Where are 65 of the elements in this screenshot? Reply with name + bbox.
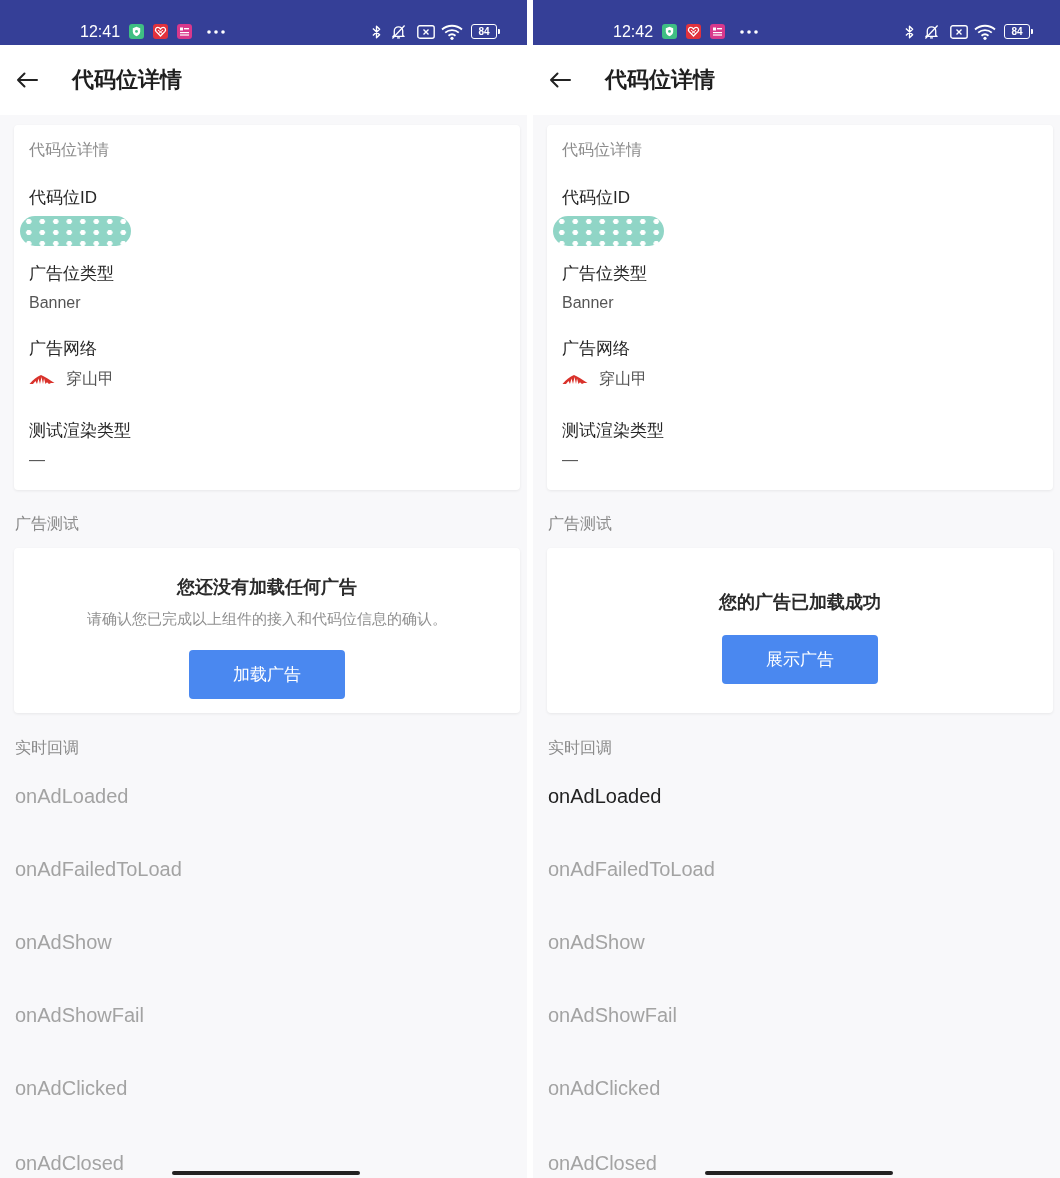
page-title: 代码位详情: [605, 66, 715, 94]
ad-action-button[interactable]: 加载广告: [189, 650, 345, 699]
field-label: 代码位ID: [29, 187, 98, 209]
callback-label: onAdLoaded: [15, 783, 129, 809]
muted-bell-icon: [391, 23, 406, 40]
bluetooth-icon: [372, 23, 381, 40]
field-value: 穿山甲: [66, 369, 114, 389]
section-title: 广告测试: [548, 514, 613, 534]
field-label: 广告位类型: [29, 263, 115, 285]
fan-logo-icon: [562, 373, 588, 385]
callback-label: onAdFailedToLoad: [15, 856, 182, 882]
wifi-icon: [441, 23, 463, 40]
wifi-icon: [974, 23, 996, 40]
callback-label: onAdShow: [548, 929, 645, 955]
back-button[interactable]: [547, 70, 573, 90]
ad-hint-text: 请确认您已完成以上组件的接入和代码位信息的确认。: [87, 609, 447, 629]
heart-app-icon: [153, 24, 169, 39]
field-label: 广告网络: [29, 338, 98, 360]
ad-action-button[interactable]: 展示广告: [722, 635, 878, 684]
section-title: 广告测试: [15, 514, 80, 534]
field-label: 广告位类型: [562, 263, 648, 285]
field-value: Banner: [29, 293, 82, 313]
section-title: 实时回调: [15, 738, 80, 758]
back-arrow-icon: [16, 72, 38, 88]
shield-app-icon: [662, 24, 678, 39]
status-time: 12:41: [80, 21, 121, 42]
back-arrow-icon: [549, 72, 571, 88]
field-label: 测试渲染类型: [29, 420, 132, 442]
callback-label: onAdClicked: [548, 1075, 661, 1101]
grid-app-icon: [710, 24, 726, 39]
field-label: 代码位ID: [562, 187, 631, 209]
field-value: —: [29, 450, 46, 470]
back-button[interactable]: [14, 70, 40, 90]
field-value: 穿山甲: [599, 369, 647, 389]
shield-app-icon: [129, 24, 145, 39]
more-dots-icon: [207, 29, 226, 34]
status-time: 12:42: [613, 21, 654, 42]
section-title: 实时回调: [548, 738, 613, 758]
no-sim-icon: [950, 24, 968, 39]
callback-label: onAdShowFail: [548, 1002, 677, 1028]
callback-label: onAdLoaded: [548, 783, 662, 809]
callback-label: onAdClosed: [15, 1151, 124, 1176]
battery-indicator: 84: [1004, 24, 1033, 39]
page-title: 代码位详情: [72, 66, 182, 94]
ad-status-message: 您还没有加载任何广告: [177, 576, 357, 599]
field-value: —: [562, 450, 579, 470]
battery-indicator: 84: [471, 24, 500, 39]
callback-label: onAdShowFail: [15, 1002, 144, 1028]
bluetooth-icon: [905, 23, 914, 40]
grid-app-icon: [177, 24, 193, 39]
no-sim-icon: [417, 24, 435, 39]
callback-label: onAdClosed: [548, 1151, 657, 1176]
card-heading: 代码位详情: [562, 140, 643, 160]
fan-logo-icon: [29, 373, 55, 385]
callback-label: onAdClicked: [15, 1075, 128, 1101]
field-value: Banner: [562, 293, 615, 313]
more-dots-icon: [740, 29, 759, 34]
card-heading: 代码位详情: [29, 140, 110, 160]
callback-label: onAdFailedToLoad: [548, 856, 715, 882]
field-label: 广告网络: [562, 338, 631, 360]
muted-bell-icon: [924, 23, 939, 40]
callback-label: onAdShow: [15, 929, 112, 955]
field-label: 测试渲染类型: [562, 420, 665, 442]
ad-status-message: 您的广告已加载成功: [719, 591, 881, 614]
heart-app-icon: [686, 24, 702, 39]
